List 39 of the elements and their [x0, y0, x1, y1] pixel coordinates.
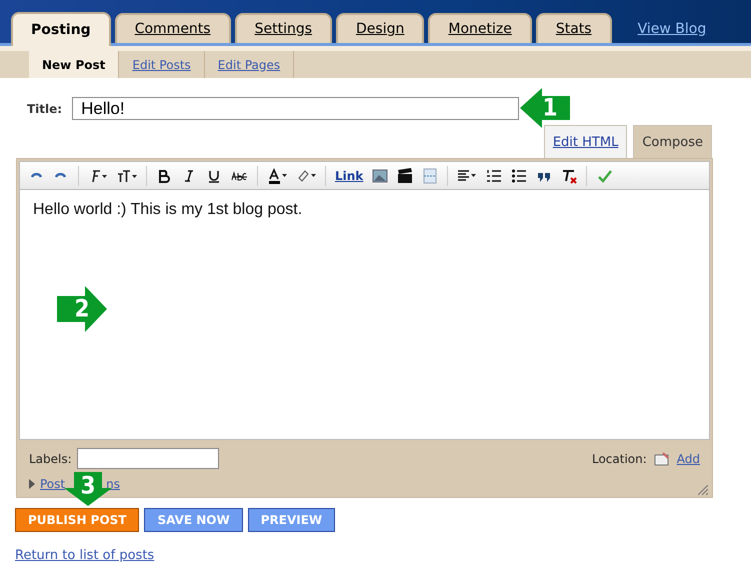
add-location-link[interactable]: Add	[676, 452, 700, 466]
video-icon[interactable]	[397, 168, 414, 184]
main-tab[interactable]: Comments	[114, 13, 231, 43]
sub-tab[interactable]: Edit Posts	[119, 51, 205, 78]
page-break-icon[interactable]	[422, 168, 438, 184]
annotation-arrow: 2	[57, 286, 107, 332]
text-color-icon[interactable]	[267, 168, 287, 184]
title-field[interactable]: Hello!	[72, 97, 520, 120]
bold-icon[interactable]	[156, 168, 172, 184]
labels-field[interactable]	[76, 448, 219, 469]
expand-triangle-icon[interactable]	[29, 479, 35, 489]
text-size-icon[interactable]	[117, 168, 137, 184]
annotation-arrow: 1	[520, 88, 570, 128]
sub-tab[interactable]: Edit Pages	[204, 51, 294, 78]
editor-mode-tab[interactable]: Compose	[633, 125, 712, 158]
clear-formatting-icon[interactable]	[561, 168, 578, 184]
link-button[interactable]: Link	[335, 168, 364, 182]
map-icon	[654, 452, 670, 466]
labels-label: Labels:	[29, 452, 72, 466]
main-tab[interactable]: Monetize	[428, 13, 532, 43]
align-icon[interactable]	[457, 168, 478, 184]
main-tab[interactable]: Stats	[536, 13, 612, 43]
main-tab[interactable]: Posting	[11, 12, 111, 46]
post-options-link[interactable]: Post	[40, 477, 66, 491]
location-label: Location:	[592, 452, 647, 466]
highlight-icon[interactable]	[296, 168, 316, 184]
post-options-link[interactable]: ns	[106, 477, 120, 491]
spellcheck-icon[interactable]	[596, 168, 612, 184]
view-blog-link[interactable]: View Blog	[638, 21, 706, 37]
numbered-list-icon[interactable]	[486, 168, 502, 184]
bullet-list-icon[interactable]	[511, 168, 528, 184]
resize-grip-icon[interactable]	[698, 485, 708, 495]
image-icon[interactable]	[372, 168, 388, 184]
return-link[interactable]: Return to list of posts	[15, 548, 154, 563]
editor-mode-tab[interactable]: Edit HTML	[544, 125, 628, 158]
main-tab[interactable]: Settings	[234, 13, 332, 43]
title-label: Title:	[27, 102, 62, 116]
main-tab[interactable]: Design	[336, 13, 424, 43]
sub-tab[interactable]: New Post	[29, 51, 120, 78]
